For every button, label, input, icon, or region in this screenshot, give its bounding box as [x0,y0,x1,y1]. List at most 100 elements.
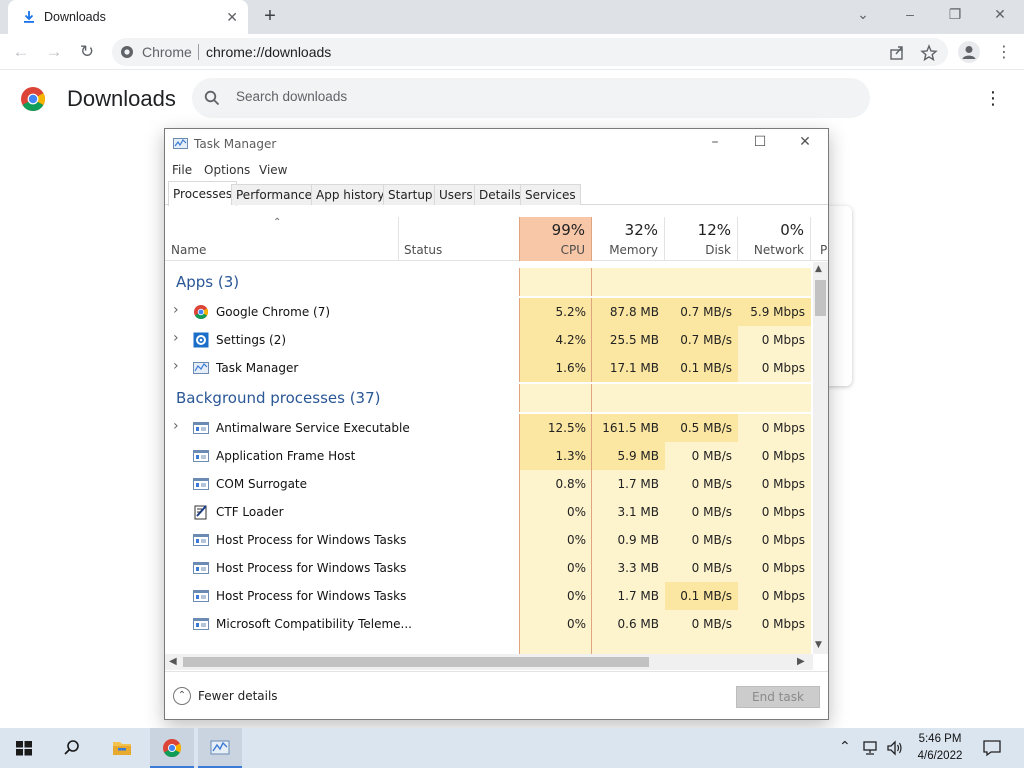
network-percent[interactable]: 0% [738,221,804,239]
expand-chevron-icon[interactable]: › [173,358,179,374]
address-bar[interactable]: Chrome chrome://downloads [112,38,948,66]
process-row[interactable]: Microsoft Compatibility Teleme... 0% 0.6 M… [165,610,813,638]
expand-chevron-icon[interactable]: › [173,302,179,318]
tm-close-button[interactable]: ✕ [794,134,816,154]
vertical-scrollbar[interactable]: ▲ ▼ [813,262,828,654]
tab-startup[interactable]: Startup [383,184,438,205]
tab-details[interactable]: Details [474,184,526,205]
chrome-taskbar-button[interactable] [150,728,194,768]
windows-logo-icon [16,741,32,756]
disk-percent[interactable]: 12% [665,221,731,239]
sort-up-icon[interactable]: ⌃ [273,217,281,228]
process-row[interactable]: Host Process for Windows Tasks 0% 0.9 MB 0 … [165,526,813,554]
tab-close-icon[interactable]: ✕ [226,9,238,26]
new-tab-button[interactable]: + [260,5,280,27]
chrome-menu-icon[interactable]: ⋮ [996,42,1012,62]
process-cpu: 0% [566,533,586,547]
tab-processes[interactable]: Processes [168,181,238,206]
task-manager-titlebar[interactable]: Task Manager – ☐ ✕ [165,129,828,159]
share-icon[interactable] [888,44,906,62]
process-cpu: 1.3% [555,449,587,463]
omnibox-url[interactable]: chrome://downloads [206,44,331,60]
expand-chevron-icon[interactable]: › [173,418,179,434]
tab-services[interactable]: Services [520,184,581,205]
expand-chevron-icon[interactable]: › [173,330,179,346]
search-input[interactable] [236,89,836,104]
process-network: 0 Mbps [761,617,805,631]
process-cpu: 0% [566,561,586,575]
tm-maximize-button[interactable]: ☐ [749,134,771,154]
memory-percent[interactable]: 32% [592,221,658,239]
close-window-button[interactable]: ✕ [988,6,1012,23]
task-manager-icon [173,138,188,149]
process-row[interactable]: › Settings (2) 4.2% 25.5 MB 0.7 MB/s 0 Mbps [165,326,813,354]
process-network: 0 Mbps [761,561,805,575]
process-cpu: 4.2% [555,333,587,347]
collapse-chevron-icon[interactable]: ⌃ [173,687,191,705]
process-row[interactable]: Host Process for Windows Tasks 0% 1.7 MB 0.… [165,582,813,610]
profile-avatar-icon[interactable] [958,41,980,63]
vertical-scroll-thumb[interactable] [815,280,826,316]
menu-view[interactable]: View [259,163,287,177]
process-row[interactable]: › Google Chrome (7) 5.2% 87.8 MB 0.7 MB/s 5.9… [165,298,813,326]
tab-performance[interactable]: Performance [231,184,318,205]
process-row[interactable]: CTF Loader 0% 3.1 MB 0 MB/s 0 Mbps [165,498,813,526]
tab-app-history[interactable]: App history [311,184,390,205]
task-manager-taskbar-button[interactable] [198,728,242,768]
tab-search-chevron-icon[interactable]: ⌄ [851,6,875,23]
cpu-percent[interactable]: 99% [519,221,585,239]
process-row[interactable]: Application Frame Host 1.3% 5.9 MB 0 MB/s 0 … [165,442,813,470]
horizontal-scroll-thumb[interactable] [183,657,649,667]
system-clock[interactable]: 5:46 PM 4/6/2022 [914,731,966,765]
column-memory[interactable]: Memory [592,243,658,257]
clock-time: 5:46 PM [918,733,962,745]
back-button[interactable]: ← [10,42,32,62]
file-explorer-button[interactable] [100,728,144,768]
heat-cell [738,268,811,296]
notifications-icon[interactable] [982,739,1002,757]
scroll-up-arrow-icon[interactable]: ▲ [815,264,822,274]
group-background-title: Background processes (37) [176,389,381,407]
column-power-partial[interactable]: P [820,243,827,257]
process-cpu: 12.5% [547,421,586,435]
process-memory: 0.9 MB [617,533,659,547]
process-disk: 0.1 MB/s [680,361,732,375]
tab-downloads[interactable]: Downloads ✕ [8,0,248,34]
restore-button[interactable]: ❐ [943,6,967,23]
show-hidden-icons-chevron-icon[interactable]: ⌃ [839,738,851,755]
process-memory: 1.7 MB [617,589,659,603]
downloads-menu-icon[interactable]: ⋮ [984,88,1002,109]
column-disk[interactable]: Disk [665,243,731,257]
menu-file[interactable]: File [172,163,192,177]
process-network: 0 Mbps [761,361,805,375]
process-row[interactable]: › Antimalware Service Executable 12.5% 161.… [165,414,813,442]
horizontal-scrollbar[interactable]: ◀ ▶ [165,654,813,670]
heat-cell [592,384,665,412]
reload-button[interactable]: ↻ [76,42,98,62]
scroll-left-arrow-icon[interactable]: ◀ [169,656,177,667]
fewer-details-link[interactable]: Fewer details [198,689,278,703]
scroll-down-arrow-icon[interactable]: ▼ [815,640,822,650]
menu-options[interactable]: Options [204,163,250,177]
forward-button[interactable]: → [43,42,65,62]
volume-icon[interactable] [886,740,904,756]
search-bar[interactable] [192,78,870,118]
scroll-right-arrow-icon[interactable]: ▶ [797,656,805,667]
bookmark-star-icon[interactable] [920,44,938,62]
column-network[interactable]: Network [738,243,804,257]
process-row[interactable]: COM Surrogate 0.8% 1.7 MB 0 MB/s 0 Mbps [165,470,813,498]
process-row[interactable]: Host Process for Windows Tasks 0% 3.3 MB 0 … [165,554,813,582]
minimize-button[interactable]: – [898,6,922,22]
taskbar-search-button[interactable] [50,728,94,768]
tab-users[interactable]: Users [434,184,478,205]
column-cpu[interactable]: CPU [519,243,585,257]
end-task-button[interactable]: End task [736,686,820,708]
network-icon[interactable] [862,740,880,756]
search-icon[interactable] [204,90,220,106]
start-button[interactable] [2,728,46,768]
process-row[interactable]: › Task Manager 1.6% 17.1 MB 0.1 MB/s 0 Mbps [165,354,813,382]
column-status[interactable]: Status [404,243,442,257]
tm-minimize-button[interactable]: – [704,134,726,154]
search-icon [64,740,79,755]
column-name[interactable]: Name [171,243,206,257]
